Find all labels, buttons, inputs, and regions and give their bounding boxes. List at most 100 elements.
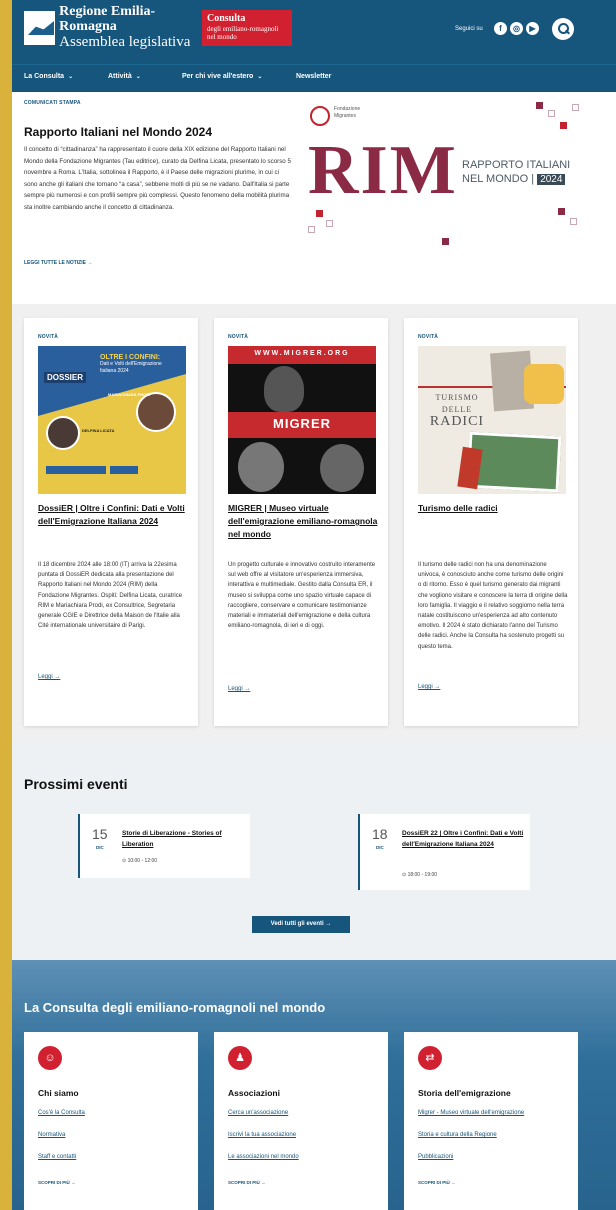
events-title: Prossimi eventi <box>24 776 128 792</box>
rim-year: 2024 <box>537 174 566 185</box>
decor-square <box>316 210 323 217</box>
event-day: 18 <box>372 826 388 842</box>
consulta-link[interactable]: Storia e cultura della Regione <box>418 1132 497 1138</box>
decor-square <box>308 226 315 233</box>
consulta-link[interactable]: Cerca un'associazione <box>228 1110 288 1116</box>
logo-line1: Regione Emilia-Romagna <box>59 4 156 35</box>
consulta-link[interactable]: Iscrivi la tua associazione <box>228 1132 296 1138</box>
decor-square <box>572 104 579 111</box>
migrer-site: WWW.MIGRER.ORG <box>254 350 350 357</box>
consulta-title: La Consulta degli emiliano-romagnoli nel… <box>24 1000 326 1015</box>
rim-lettering: RIM <box>308 132 458 209</box>
consulta-card-storia: ⇄ Storia dell'emigrazione Migrer - Museo… <box>404 1032 578 1210</box>
badge-line1: Consulta <box>207 13 246 24</box>
event-card[interactable]: 18 DIC DossiER 22 | Oltre i Confini: Dat… <box>358 814 530 890</box>
consulta-link[interactable]: Normativa <box>38 1132 65 1138</box>
event-time: ⊙ 10:00 - 12:00 <box>122 858 158 864</box>
org-line1: Fondazione <box>334 106 361 112</box>
card-kicker: NOVITÀ <box>228 334 249 340</box>
consulta-link[interactable]: Cos'è la Consulta <box>38 1110 85 1116</box>
follow-label: Seguici su <box>455 26 483 32</box>
page: Regione Emilia-Romagna Assemblea legisla… <box>12 0 616 1210</box>
discover-more-link[interactable]: SCOPRI DI PIÙ → <box>418 1180 456 1185</box>
event-time: ⊙ 18:00 - 19:00 <box>402 872 438 878</box>
discover-more-link[interactable]: SCOPRI DI PIÙ → <box>38 1180 76 1185</box>
decor-square <box>560 122 567 129</box>
read-more-link[interactable]: Leggi → <box>38 674 60 680</box>
event-month: DIC <box>376 845 384 850</box>
portrait-photo <box>238 442 284 492</box>
consulta-link[interactable]: Migrer - Museo virtuale dell'emigrazione <box>418 1110 524 1116</box>
news-kicker: COMUNICATI STAMPA <box>24 100 81 106</box>
migrer-thumbnail[interactable]: WWW.MIGRER.ORG MIGRER <box>228 346 376 494</box>
decor-square <box>570 218 577 225</box>
nav-item-newsletter[interactable]: Newsletter <box>296 73 331 80</box>
card-title[interactable]: MIGRER | Museo virtuale dell'emigrazione… <box>228 502 378 541</box>
read-more-link[interactable]: Leggi → <box>418 684 440 690</box>
turismo-radici-thumbnail[interactable]: TURISMO DELLE RADICI <box>418 346 566 494</box>
read-more-link[interactable]: Leggi → <box>228 686 250 692</box>
nav-item-la-consulta[interactable]: La Consulta ⌄ <box>24 73 73 80</box>
rim-2024-image[interactable]: Fondazione Migrantes RIM RAPPORTO ITALIA… <box>302 100 602 248</box>
nav-item-estero[interactable]: Per chi vive all'estero ⌄ <box>182 73 262 80</box>
card-kicker: NOVITÀ <box>38 334 59 340</box>
card-text: Un progetto culturale e innovativo costr… <box>228 562 376 630</box>
card-title[interactable]: Turismo delle radici <box>418 502 568 515</box>
logo-line2: Assemblea legislativa <box>59 33 191 50</box>
consulta-link[interactable]: Pubblicazioni <box>418 1154 453 1160</box>
decor-square <box>558 208 565 215</box>
emigration-icon: ⇄ <box>418 1046 442 1070</box>
chevron-down-icon: ⌄ <box>135 74 141 80</box>
all-news-link[interactable]: LEGGI TUTTE LE NOTIZIE → <box>24 260 92 266</box>
news-body: Il concetto di “cittadinanza” ha rappres… <box>24 146 291 211</box>
event-title[interactable]: DossiER 22 | Oltre i Confini: Dati e Vol… <box>402 828 526 850</box>
event-month: DIC <box>96 845 104 850</box>
dossier-logo: DOSSIER <box>44 372 87 383</box>
consulta-badge-logo[interactable]: Consulta degli emiliano-romagnoli nel mo… <box>202 10 292 46</box>
event-title[interactable]: Storie di Liberazione - Stories of Liber… <box>122 828 246 850</box>
org-line2: Migrantes <box>334 113 356 119</box>
associations-icon: ♟ <box>228 1046 252 1070</box>
youtube-icon[interactable]: ▶ <box>526 22 539 35</box>
decor-square <box>548 110 555 117</box>
discover-more-link[interactable]: SCOPRI DI PIÙ → <box>228 1180 266 1185</box>
featured-news: COMUNICATI STAMPA Rapporto Italiani nel … <box>12 92 616 302</box>
speaker-photo <box>136 392 176 432</box>
news-title[interactable]: Rapporto Italiani nel Mondo 2024 <box>24 125 212 139</box>
consulta-card-heading: Storia dell'emigrazione <box>418 1088 511 1098</box>
news-card[interactable]: NOVITÀ WWW.MIGRER.ORG MIGRER MIGRER | Mu… <box>214 318 388 726</box>
card-title[interactable]: DossiER | Oltre i Confini: Dati e Volti … <box>38 502 188 528</box>
portrait-photo <box>264 366 304 412</box>
decor-square <box>442 238 449 245</box>
consulta-link[interactable]: Staff e contatti <box>38 1154 76 1160</box>
dossier-thumbnail[interactable]: DOSSIER OLTRE I CONFINI: Dati e Volti de… <box>38 346 186 494</box>
news-cards-section: NOVITÀ DOSSIER OLTRE I CONFINI: Dati e V… <box>12 304 616 744</box>
consulta-card-heading: Associazioni <box>228 1088 280 1098</box>
events-section: Prossimi eventi 15 DIC Storie di Liberaz… <box>12 744 616 960</box>
facebook-icon[interactable]: f <box>494 22 507 35</box>
consulta-section: La Consulta degli emiliano-romagnoli nel… <box>12 960 616 1210</box>
nav-item-attivita[interactable]: Attività ⌄ <box>108 73 141 80</box>
site-header: Regione Emilia-Romagna Assemblea legisla… <box>12 0 616 64</box>
consulta-card-associazioni: ♟ Associazioni Cerca un'associazione Isc… <box>214 1032 388 1210</box>
search-icon[interactable] <box>552 18 574 40</box>
chevron-down-icon: ⌄ <box>257 74 263 80</box>
assemblea-logo[interactable]: Regione Emilia-Romagna Assemblea legisla… <box>24 4 200 50</box>
rim-subtitle: RAPPORTO ITALIANI NEL MONDO | 2024 <box>462 159 571 185</box>
speaker-photo <box>46 416 80 450</box>
card-text: Il turismo delle radici non ha una denom… <box>418 562 568 650</box>
people-icon: ☺ <box>38 1046 62 1070</box>
news-card[interactable]: NOVITÀ TURISMO DELLE RADICI Turismo dell… <box>404 318 578 726</box>
event-card[interactable]: 15 DIC Storie di Liberazione - Stories o… <box>78 814 250 878</box>
portrait-photo <box>320 444 364 492</box>
main-nav: La Consulta ⌄ Attività ⌄ Per chi vive all'… <box>12 64 616 92</box>
badge-line2: degli emiliano-romagnoli <box>207 24 279 33</box>
instagram-icon[interactable]: ◎ <box>510 22 523 35</box>
decor-square <box>536 102 543 109</box>
card-kicker: NOVITÀ <box>418 334 439 340</box>
all-events-button[interactable]: Vedi tutti gli eventi → <box>252 916 350 933</box>
news-card[interactable]: NOVITÀ DOSSIER OLTRE I CONFINI: Dati e V… <box>24 318 198 726</box>
badge-line3: nel mondo <box>207 32 237 41</box>
fondazione-migrantes-logo-icon <box>310 106 330 126</box>
consulta-link[interactable]: Le associazioni nel mondo <box>228 1154 299 1160</box>
